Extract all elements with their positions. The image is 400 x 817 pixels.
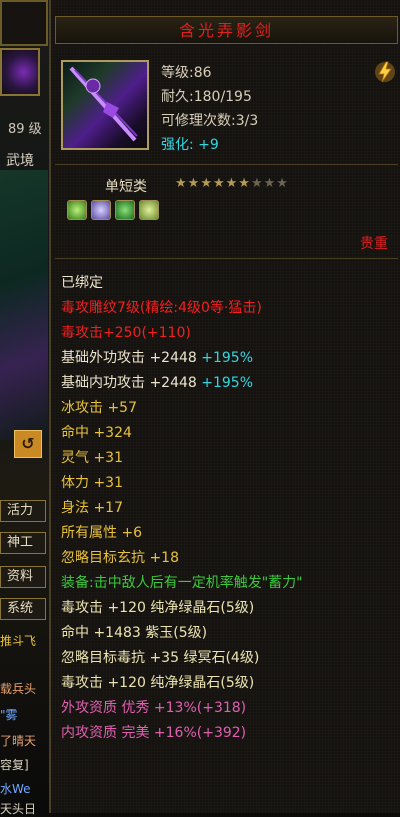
spirit-stat: 灵气 +31 [61, 450, 123, 466]
ice-attack: 冰攻击 +57 [61, 400, 137, 416]
system-button[interactable]: 系统 [0, 598, 46, 620]
divider [55, 258, 398, 259]
gem-sockets [67, 200, 163, 222]
rarity-label: 贵重 [360, 236, 388, 252]
base-outer-attack-value: 基础外功攻击 +2448 [61, 350, 197, 366]
enhance-value: +9 [198, 137, 219, 153]
chat-line: 天头日 [0, 802, 37, 816]
star-icon: ★ [187, 176, 201, 191]
enhance-label: 强化: [161, 137, 194, 153]
star-icon: ★ [175, 176, 188, 191]
poison-attack-line: 毒攻击+250(+110) [61, 325, 191, 341]
equip-effect: 装备:击中敌人后有一定机率触发"蓄力" [61, 575, 303, 591]
gem-socket-icon[interactable] [139, 200, 159, 220]
divider [55, 164, 398, 165]
sword-icon [61, 60, 149, 150]
gem-effect-line: 忽略目标毒抗 +35 绿冥石(4级) [61, 650, 260, 666]
all-attributes: 所有属性 +6 [61, 525, 143, 541]
realm-label: 武境 [6, 153, 34, 169]
stamina-stat: 体力 +31 [61, 475, 123, 491]
chat-line: "雾 [0, 708, 18, 722]
item-enhance: 强化: +9 [161, 134, 219, 154]
gem-effect-line: 毒攻击 +120 纯净绿晶石(5级) [61, 600, 255, 616]
gem-socket-icon[interactable] [115, 200, 135, 220]
top-left-frame [0, 0, 48, 46]
agility-stat: 身法 +17 [61, 500, 123, 516]
craftsman-button[interactable]: 神工 [0, 532, 46, 554]
chat-line: 水We [0, 782, 31, 796]
base-outer-attack-pct: +195% [201, 350, 254, 366]
chat-line: 容复] [0, 758, 29, 772]
star-icon: ★ [250, 176, 264, 191]
vitality-button[interactable]: 活力 [0, 500, 46, 522]
item-tooltip: 含光弄影剑 等级:86 耐久:180/195 可修理次数:3/3 强化: +9 … [49, 0, 400, 813]
star-icon: ★ [238, 176, 251, 191]
weapon-category: 单短类 [105, 179, 147, 195]
gem-effect-line: 毒攻击 +120 纯净绿晶石(5级) [61, 675, 255, 691]
outer-quality: 外攻资质 优秀 +13%(+318) [61, 700, 247, 716]
game-background: 89 级 武境 ↺ 活力 神工 资料 系统 推斗飞 载兵头 "雾 了晴天 容复]… [0, 0, 52, 816]
star-icon: ★ [225, 176, 239, 191]
base-outer-attack: 基础外功攻击 +2448 +195% [61, 346, 396, 371]
gem-socket-icon[interactable] [91, 200, 111, 220]
item-name: 含光弄影剑 [55, 16, 398, 44]
item-repair-count: 可修理次数:3/3 [161, 113, 259, 129]
item-properties: 已绑定 毒攻雕纹7级(精绘:4级0等·猛击) 毒攻击+250(+110) 基础外… [61, 271, 396, 746]
base-inner-attack: 基础内功攻击 +2448 +195% [61, 371, 396, 396]
character-level-label: 89 级 [8, 122, 42, 137]
equipped-weapon-slot[interactable] [0, 48, 40, 96]
bound-status: 已绑定 [61, 275, 103, 291]
star-icon: ★ [200, 176, 213, 191]
character-preview-scene [0, 170, 48, 440]
star-icon: ★ [276, 176, 289, 191]
item-level: 等级:86 [161, 65, 212, 81]
star-icon: ★ [212, 176, 226, 191]
item-durability: 耐久:180/195 [161, 89, 252, 105]
engrave-line: 毒攻雕纹7级(精绘:4级0等·猛击) [61, 300, 262, 316]
gem-effect-line: 命中 +1483 紫玉(5级) [61, 625, 208, 641]
star-icon: ★ [263, 176, 277, 191]
return-icon[interactable]: ↺ [14, 430, 42, 458]
star-rating: ★★★★★★★★★ [175, 176, 289, 191]
chat-line: 推斗飞 [0, 634, 37, 648]
base-inner-attack-value: 基础内功攻击 +2448 [61, 375, 197, 391]
inner-quality: 内攻资质 完美 +16%(+392) [61, 725, 247, 741]
gem-socket-icon[interactable] [67, 200, 87, 220]
base-inner-attack-pct: +195% [201, 375, 254, 391]
chat-line: 了晴天 [0, 734, 37, 748]
ignore-resist-stat: 忽略目标玄抗 +18 [61, 550, 179, 566]
chat-line: 载兵头 [0, 682, 37, 696]
lightning-icon [375, 61, 395, 83]
hit-stat: 命中 +324 [61, 425, 132, 441]
info-button[interactable]: 资料 [0, 566, 46, 588]
